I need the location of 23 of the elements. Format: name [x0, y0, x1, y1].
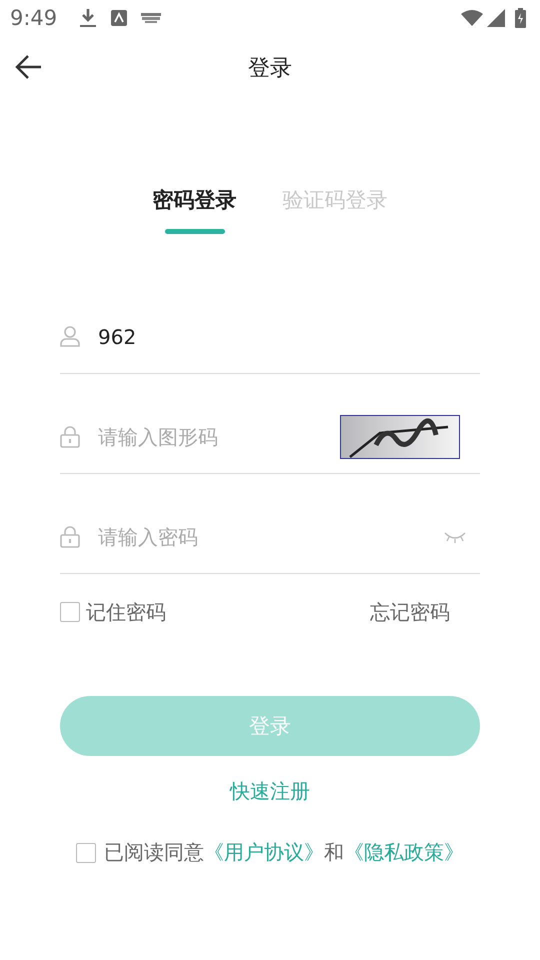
lock-icon [60, 426, 80, 448]
forgot-password-link[interactable]: 忘记密码 [370, 598, 450, 626]
wifi-icon [461, 10, 483, 26]
account-field[interactable]: 962 [98, 325, 480, 349]
policy-link[interactable]: 《隐私政策》 [344, 840, 464, 864]
status-time: 9:49 [10, 6, 58, 30]
agreement-checkbox[interactable] [76, 842, 96, 862]
user-icon [60, 326, 80, 348]
policy-link[interactable]: 《用户协议》 [204, 840, 324, 864]
login-tab[interactable]: 密码登录 [152, 186, 236, 234]
back-arrow-icon [14, 54, 42, 80]
agreement-text: 已阅读同意《用户协议》和《隐私政策》 [104, 839, 464, 866]
register-link[interactable]: 快速注册 [226, 774, 314, 809]
password-field[interactable]: 请输入密码 [98, 525, 426, 549]
remember-label: 记住密码 [86, 598, 166, 626]
lock-icon [60, 526, 80, 548]
page-title: 登录 [248, 55, 292, 83]
battery-icon [515, 8, 526, 28]
signal-icon [487, 9, 505, 27]
captcha-field[interactable]: 请输入图形码 [98, 425, 322, 449]
remember-checkbox[interactable] [60, 602, 80, 622]
eye-closed-icon[interactable] [444, 531, 466, 543]
download-icon [79, 8, 98, 28]
